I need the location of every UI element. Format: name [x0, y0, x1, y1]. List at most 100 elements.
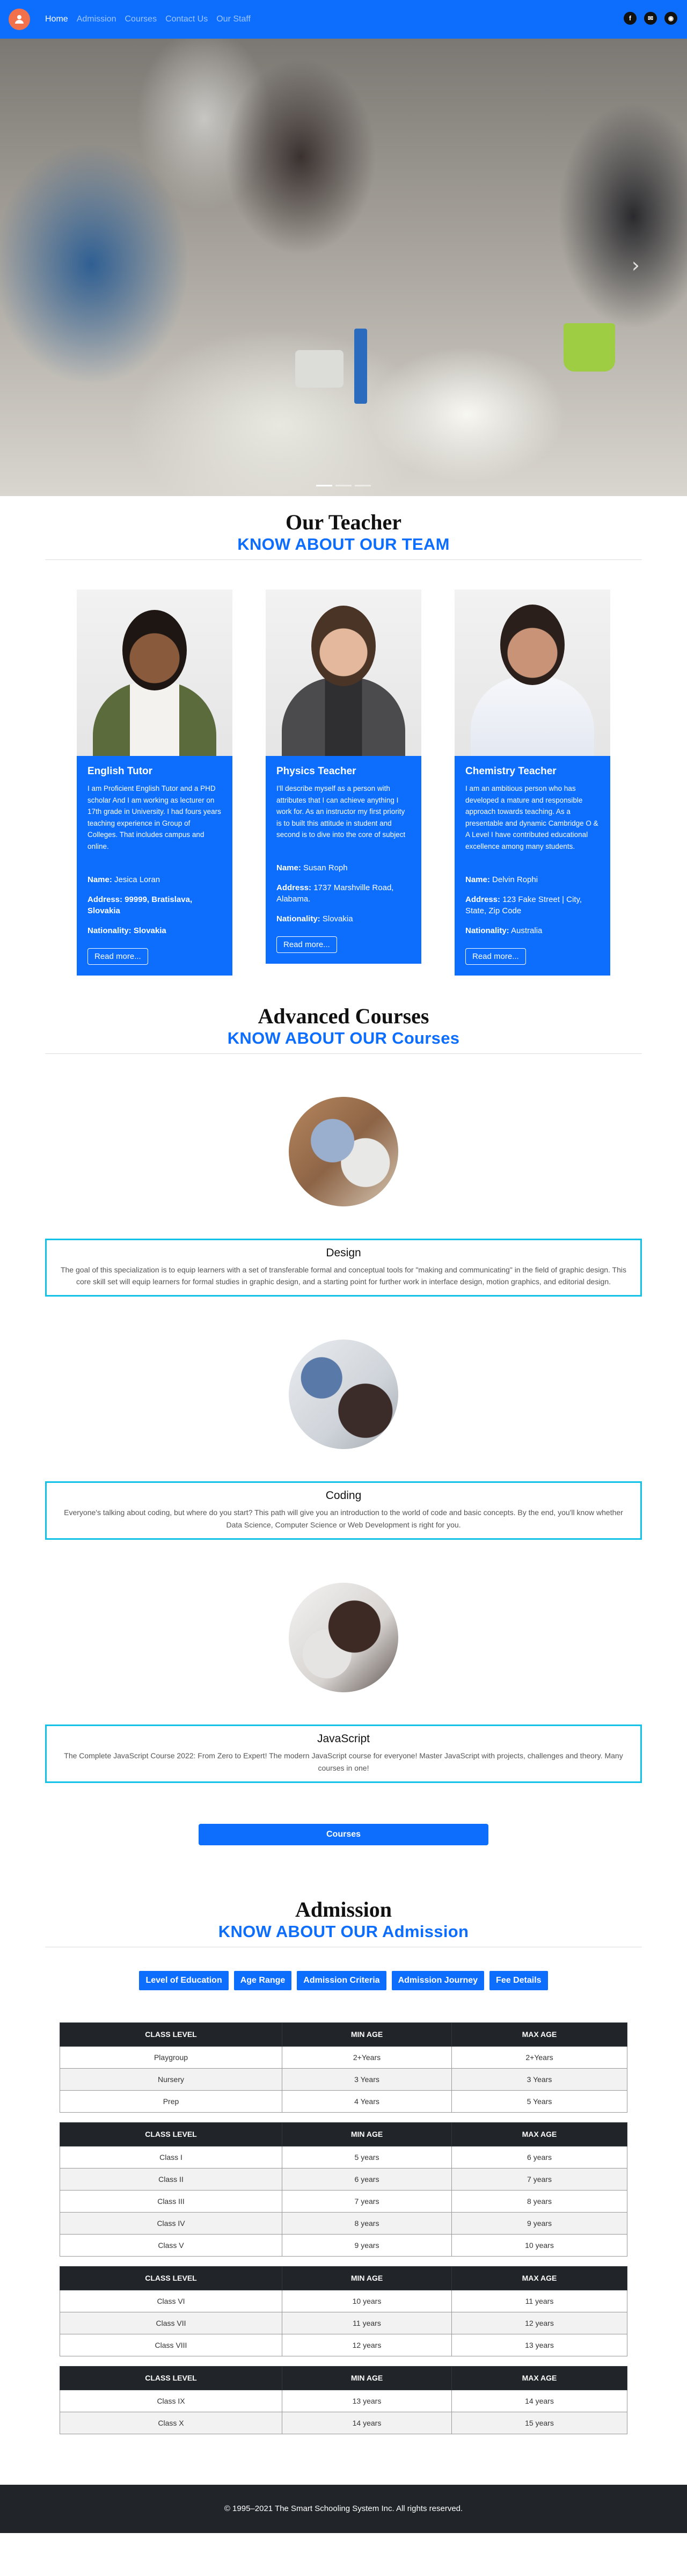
teacher-role: English Tutor: [87, 766, 153, 777]
read-more-button[interactable]: Read more...: [465, 948, 526, 965]
teacher-info: Chemistry Teacher I am an ambitious pers…: [455, 756, 610, 976]
table-cell: 6 years: [282, 2167, 452, 2191]
github-icon[interactable]: ◉: [664, 12, 677, 25]
carousel-indicator[interactable]: [335, 485, 352, 486]
courses-section: Advanced Courses KNOW ABOUT OUR Courses …: [0, 976, 687, 1845]
table-cell: Class III: [60, 2189, 282, 2213]
column-header: MIN AGE: [282, 2122, 452, 2146]
carousel-indicator[interactable]: [355, 485, 371, 486]
logo[interactable]: [9, 9, 30, 30]
table-row: Class I5 years 6 years: [60, 2145, 627, 2169]
read-more-button[interactable]: Read more...: [87, 948, 148, 965]
table-cell: Nursery: [60, 2068, 282, 2091]
avatar: [471, 605, 594, 756]
teacher-address: Address: 1737 Marshville Road, Alabama.: [276, 883, 394, 904]
table-cell: 13 years: [282, 2389, 452, 2412]
table-row: Class VII 11 years 12 years: [60, 2311, 627, 2334]
tab-admission-journey[interactable]: Admission Journey: [391, 1970, 485, 1990]
tab-fee-details[interactable]: Fee Details: [489, 1970, 548, 1990]
read-more-button[interactable]: Read more...: [276, 936, 337, 953]
navbar: Home Admission Courses Contact Us Our St…: [0, 0, 687, 39]
hero-image-detail: [564, 323, 615, 372]
teacher-photo: [77, 590, 232, 756]
teacher-card: Chemistry Teacher I am an ambitious pers…: [455, 590, 610, 976]
nav-staff[interactable]: Our Staff: [212, 10, 255, 28]
table-cell: Class II: [60, 2167, 282, 2191]
table-cell: 3 Years: [451, 2068, 627, 2091]
column-header: MAX AGE: [451, 2366, 627, 2390]
table-cell: 4 Years: [282, 2090, 452, 2113]
admission-tabs: Level of Education Age Range Admission C…: [0, 1970, 687, 1990]
teacher-nationality: Nationality: Slovakia: [87, 926, 166, 935]
tab-level-of-education[interactable]: Level of Education: [139, 1970, 229, 1990]
tab-age-range[interactable]: Age Range: [233, 1970, 292, 1990]
table-row: Class IV 8 years 9 years: [60, 2211, 627, 2235]
nav-admission[interactable]: Admission: [72, 10, 121, 28]
teacher-info: English Tutor I am Proficient English Tu…: [77, 756, 232, 976]
carousel-next-icon[interactable]: ›: [632, 253, 640, 277]
table-cell: Class VIII: [60, 2333, 282, 2356]
table-cell: 8 years: [451, 2189, 627, 2213]
age-table: CLASS LEVEL MIN AGE MAX AGE Playgroup 2+Y…: [60, 2022, 627, 2113]
hero-image-detail: [354, 329, 367, 404]
table-cell: 11 years: [282, 2311, 452, 2334]
course-image: [289, 1583, 398, 1693]
avatar: [93, 610, 216, 756]
teachers-header: Our Teacher KNOW ABOUT OUR TEAM: [0, 510, 687, 560]
teacher-role: Physics Teacher: [276, 766, 356, 777]
table-cell: 3 Years: [282, 2068, 452, 2091]
table-cell: 14 years: [451, 2389, 627, 2412]
column-header: CLASS LEVEL: [60, 2022, 282, 2047]
courses-button[interactable]: Courses: [199, 1823, 488, 1845]
column-header: CLASS LEVEL: [60, 2266, 282, 2290]
section-title: Admission: [295, 1897, 392, 1922]
column-header: MAX AGE: [451, 2266, 627, 2290]
column-header: CLASS LEVEL: [60, 2122, 282, 2146]
teacher-description: I'll describe myself as a person with at…: [276, 784, 406, 839]
carousel-indicator[interactable]: [316, 485, 332, 486]
table-cell: 8 years: [282, 2211, 452, 2235]
table-cell: 15 years: [451, 2411, 627, 2434]
table-cell: Class IX: [60, 2389, 282, 2412]
nav-contact[interactable]: Contact Us: [161, 10, 212, 28]
table-cell: 9 years: [282, 2233, 452, 2257]
table-cell: 7 years: [451, 2167, 627, 2191]
column-header: MIN AGE: [282, 2022, 452, 2047]
table-header-row: CLASS LEVEL MIN AGE MAX AGE: [60, 2122, 627, 2146]
teacher-name: Name: Susan Roph: [276, 863, 348, 872]
courses-header: Advanced Courses KNOW ABOUT OUR Courses: [0, 1003, 687, 1054]
table-row: Class II 6 years 7 years: [60, 2167, 627, 2191]
teacher-nationality: Nationality: Australia: [465, 926, 543, 935]
column-header: MAX AGE: [451, 2122, 627, 2146]
column-header: CLASS LEVEL: [60, 2366, 282, 2390]
table-cell: 10 years: [282, 2289, 452, 2312]
table-cell: 13 years: [451, 2333, 627, 2356]
teacher-cards: English Tutor I am Proficient English Tu…: [0, 590, 687, 976]
tab-admission-criteria[interactable]: Admission Criteria: [297, 1970, 386, 1990]
table-cell: Class VI: [60, 2289, 282, 2312]
course-title: Coding: [325, 1489, 362, 1502]
nav-home[interactable]: Home: [41, 10, 72, 28]
table-cell: Class IV: [60, 2211, 282, 2235]
teacher-description: I am Proficient English Tutor and a PHD …: [87, 784, 221, 850]
course-description: The Complete JavaScript Course 2022: Fro…: [64, 1751, 623, 1772]
course-description: Everyone's talking about coding, but whe…: [64, 1508, 623, 1529]
teacher-name: Name: Jesica Loran: [87, 875, 160, 884]
course-image: [289, 1340, 398, 1450]
nav-courses[interactable]: Courses: [121, 10, 162, 28]
table-cell: Class I: [60, 2145, 282, 2169]
table-cell: Class V: [60, 2233, 282, 2257]
course-description: The goal of this specialization is to eq…: [60, 1265, 627, 1286]
divider: [45, 559, 642, 560]
teacher-nationality: Nationality: Slovakia: [276, 914, 353, 923]
avatar: [282, 606, 405, 756]
teacher-info: Physics Teacher I'll describe myself as …: [266, 756, 421, 964]
age-table: CLASS LEVEL MIN AGE MAX AGE Class IX 13 y…: [60, 2366, 627, 2434]
email-icon[interactable]: ✉: [644, 12, 657, 25]
section-title: Our Teacher: [286, 510, 401, 534]
teacher-address: Address: 99999, Bratislava, Slovakia: [87, 894, 193, 915]
admission-header: Admission KNOW ABOUT OUR Admission: [0, 1897, 687, 1947]
facebook-icon[interactable]: f: [624, 12, 637, 25]
table-row: Nursery 3 Years 3 Years: [60, 2068, 627, 2091]
table-cell: 14 years: [282, 2411, 452, 2434]
